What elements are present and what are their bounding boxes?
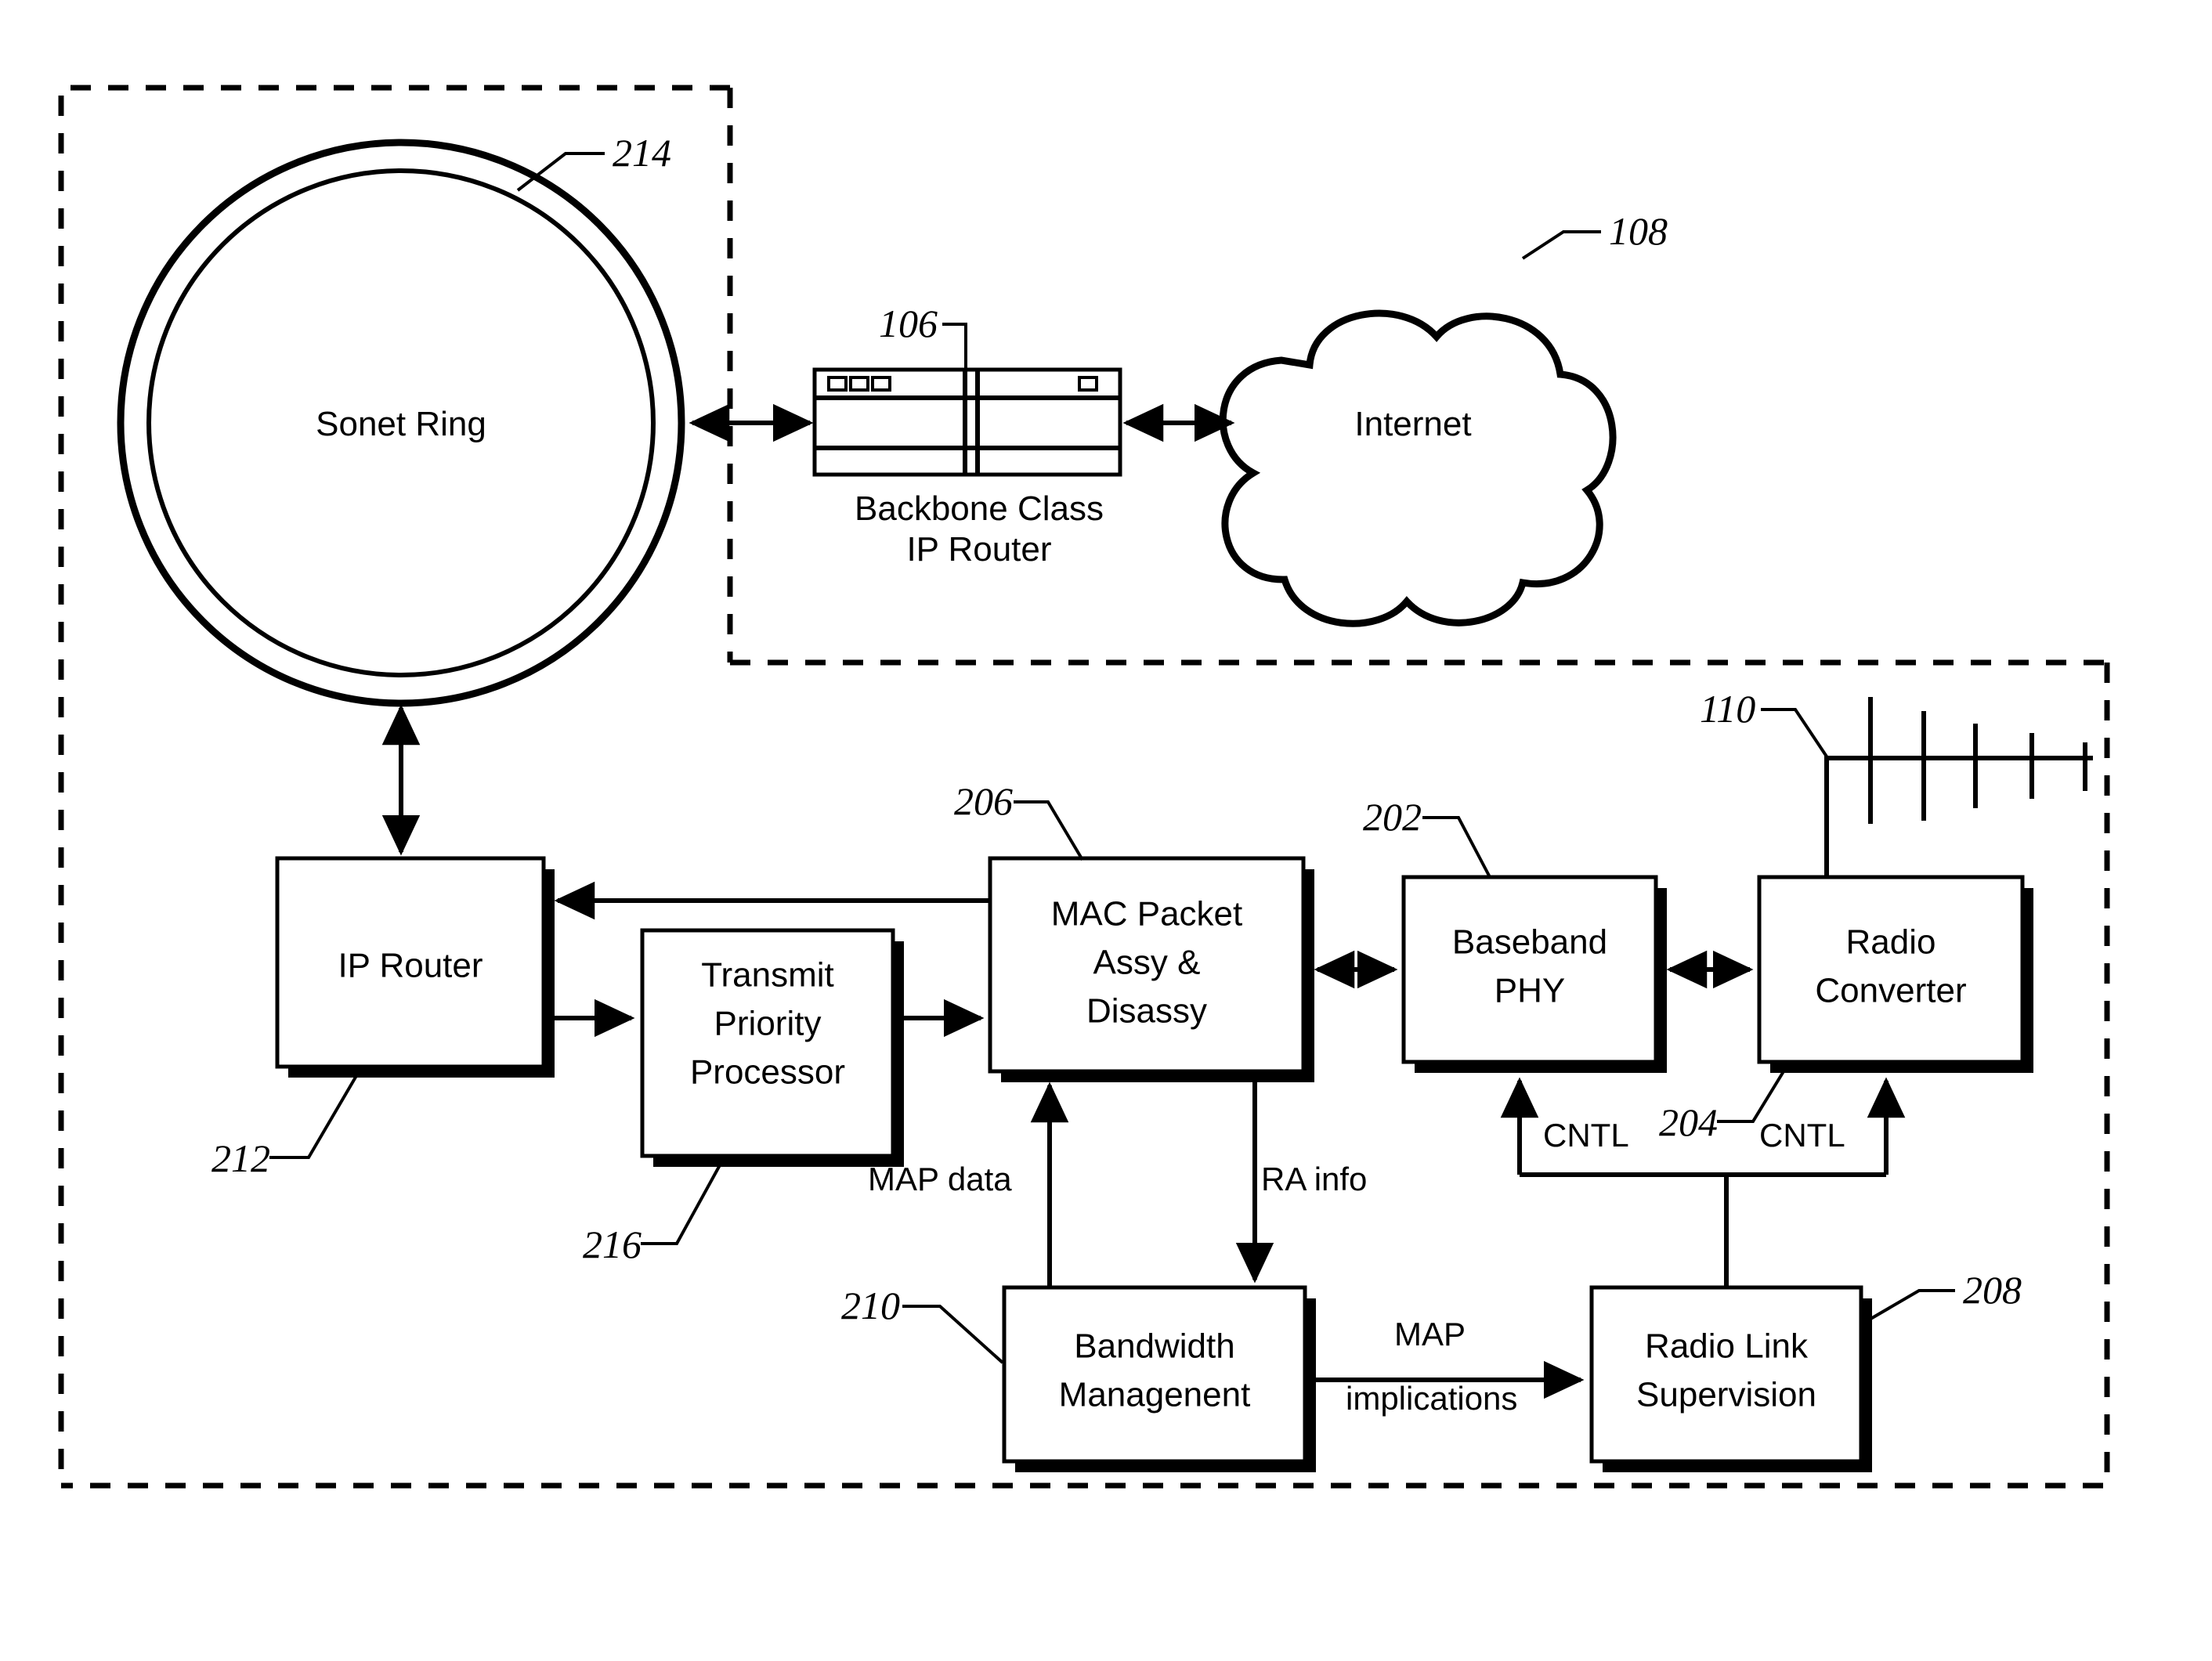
diagram-svg: Sonet Ring 214 Backbone Class IP Router … xyxy=(58,85,2110,1489)
mac-packet-label-line1: MAC Packet xyxy=(1051,895,1243,933)
transmit-priority-label-line2: Priority xyxy=(714,1005,822,1043)
mac-packet-label-line3: Disassy xyxy=(1086,992,1207,1031)
baseband-phy-box xyxy=(1401,875,1658,1064)
ref-202-leader: 202 xyxy=(1363,795,1491,878)
bandwidth-mgmt-label-line1: Bandwidth xyxy=(1074,1327,1234,1366)
ref-208-number: 208 xyxy=(1963,1268,2022,1312)
cntl-right-label: CNTL xyxy=(1759,1117,1845,1154)
radio-converter-label-line2: Converter xyxy=(1815,972,1966,1010)
internet-label: Internet xyxy=(1354,405,1471,443)
sonet-ring-node: Sonet Ring xyxy=(117,139,685,707)
backbone-router-label-line1: Backbone Class xyxy=(855,489,1104,528)
ref-210-leader: 210 xyxy=(841,1284,1004,1364)
ref-206-number: 206 xyxy=(954,779,1013,823)
ref-108-leader: 108 xyxy=(1521,209,1668,260)
ref-108-number: 108 xyxy=(1609,209,1668,253)
bandwidth-mgmt-node: Bandwidth Managenent xyxy=(1002,1285,1316,1472)
ref-216-leader: 216 xyxy=(583,1163,722,1266)
bandwidth-mgmt-label-line2: Managenent xyxy=(1059,1376,1251,1414)
transmit-priority-label-line3: Processor xyxy=(690,1053,845,1092)
ref-208-leader: 208 xyxy=(1861,1268,2022,1325)
ref-110-leader: 110 xyxy=(1700,687,1828,758)
ref-212-leader: 212 xyxy=(211,1073,359,1180)
ref-106-number: 106 xyxy=(879,302,938,345)
sonet-ring-label: Sonet Ring xyxy=(316,405,486,443)
radio-link-sup-label-line1: Radio Link xyxy=(1645,1327,1809,1366)
backbone-router-node: Backbone Class IP Router xyxy=(812,367,1122,569)
ip-router-node: IP Router xyxy=(275,856,555,1078)
mac-packet-label-line2: Assy & xyxy=(1093,944,1201,982)
ref-210-number: 210 xyxy=(841,1284,900,1327)
radio-link-sup-node: Radio Link Supervision xyxy=(1589,1285,1872,1472)
ra-info-label: RA info xyxy=(1261,1161,1367,1197)
ref-202-number: 202 xyxy=(1363,795,1422,839)
antenna-node xyxy=(1824,697,2093,877)
radio-converter-node: Radio Converter xyxy=(1757,875,2033,1073)
radio-converter-label-line1: Radio xyxy=(1846,923,1936,962)
cntl-left-label: CNTL xyxy=(1543,1117,1629,1154)
arrow-ra-info: RA info xyxy=(1235,1081,1367,1284)
baseband-phy-label-line1: Baseband xyxy=(1452,923,1607,962)
ip-router-label: IP Router xyxy=(338,947,483,985)
map-implications-label-line1: MAP xyxy=(1394,1316,1466,1352)
ref-214-number: 214 xyxy=(613,131,671,175)
transmit-priority-node: Transmit Priority Processor xyxy=(640,928,904,1167)
internet-cloud-shape xyxy=(1219,309,1617,627)
backbone-router-label-line2: IP Router xyxy=(906,530,1051,569)
mac-packet-node: MAC Packet Assy & Disassy xyxy=(988,856,1314,1082)
baseband-phy-node: Baseband PHY xyxy=(1401,875,1667,1073)
ref-106-leader: 106 xyxy=(879,302,967,370)
ref-204-number: 204 xyxy=(1659,1100,1718,1144)
radio-link-sup-label-line2: Supervision xyxy=(1636,1376,1816,1414)
upper-dashed-boundary xyxy=(58,85,2107,1486)
antenna-boom xyxy=(1824,756,2093,877)
radio-converter-box xyxy=(1757,875,2025,1064)
arrow-map-implications: MAP implications xyxy=(1307,1316,1585,1417)
map-implications-label-line2: implications xyxy=(1346,1380,1517,1417)
ref-212-number: 212 xyxy=(211,1136,270,1180)
figure-canvas: Sonet Ring 214 Backbone Class IP Router … xyxy=(0,0,2212,1661)
radio-link-sup-box xyxy=(1589,1285,1863,1464)
baseband-phy-label-line2: PHY xyxy=(1495,972,1565,1010)
bandwidth-mgmt-box xyxy=(1002,1285,1307,1464)
internet-node: Internet xyxy=(1219,309,1617,627)
ref-216-number: 216 xyxy=(583,1222,642,1266)
map-data-label: MAP data xyxy=(868,1161,1012,1197)
transmit-priority-label-line1: Transmit xyxy=(701,956,834,995)
ref-110-number: 110 xyxy=(1700,687,1755,731)
ref-206-leader: 206 xyxy=(954,779,1084,861)
